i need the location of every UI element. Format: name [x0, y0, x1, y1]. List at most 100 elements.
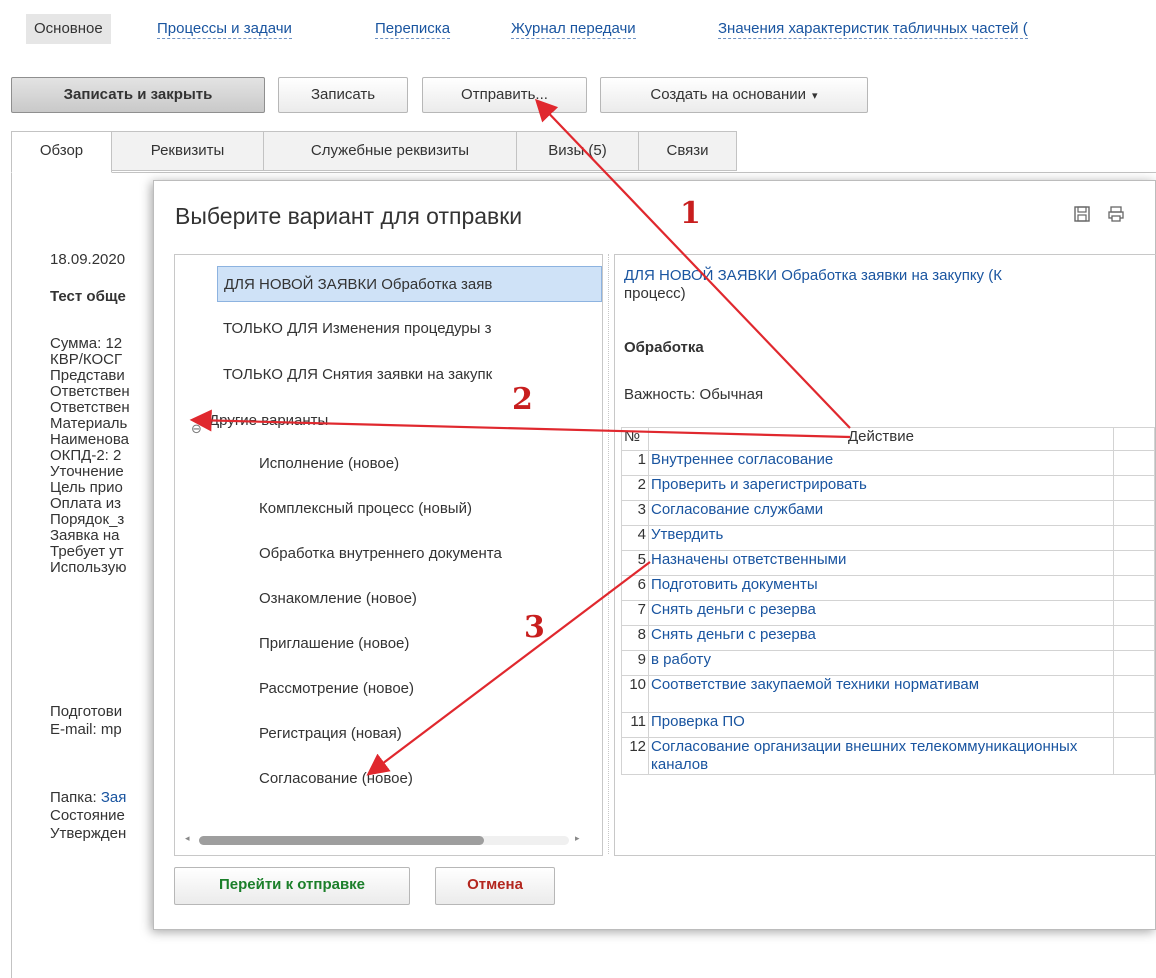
action-row[interactable]: 2 Проверить и зарегистрировать — [621, 475, 1155, 501]
tree-item-selected[interactable]: ДЛЯ НОВОЙ ЗАЯВКИ Обработка заяв — [217, 266, 602, 302]
action-link[interactable]: Проверка ПО — [648, 712, 1114, 738]
tab-links[interactable]: Связи — [638, 131, 737, 171]
action-row[interactable]: 10 Соответствие закупаемой техники нормат… — [621, 675, 1155, 713]
action-extra — [1113, 500, 1155, 526]
tree-horizontal-scrollbar[interactable]: ◂ ▸ — [181, 833, 586, 847]
action-number: 4 — [621, 525, 649, 551]
nav-main[interactable]: Основное — [26, 14, 111, 44]
doc-line: КВР/КОСГ — [50, 351, 123, 368]
action-row[interactable]: 12 Согласование организации внешних телек… — [621, 737, 1155, 775]
tree-item[interactable]: ТОЛЬКО ДЛЯ Снятия заявки на закупк — [223, 357, 492, 393]
annotation-label-1: 1 — [680, 196, 701, 231]
action-link[interactable]: Проверить и зарегистрировать — [648, 475, 1114, 501]
tab-service-details[interactable]: Служебные реквизиты — [263, 131, 517, 171]
variant-tree[interactable]: ДЛЯ НОВОЙ ЗАЯВКИ Обработка заяв ТОЛЬКО Д… — [174, 254, 603, 856]
action-number: 1 — [621, 450, 649, 476]
create-based-on-button[interactable]: Создать на основании ▾ — [600, 77, 868, 113]
action-row[interactable]: 9в работу — [621, 650, 1155, 676]
nav-transfer-log[interactable]: Журнал передачи — [511, 20, 636, 39]
doc-line: Сумма: 12 — [50, 335, 123, 352]
action-link[interactable]: Снять деньги с резерва — [648, 600, 1114, 626]
action-link[interactable]: Соответствие закупаемой техники норматив… — [648, 675, 1114, 713]
doc-line: Оплата из — [50, 495, 122, 512]
save-and-close-button[interactable]: Записать и закрыть — [11, 77, 265, 113]
doc-line: Цель прио — [50, 479, 123, 496]
details-importance: Важность: Обычная — [624, 386, 764, 403]
tree-group-other-variants[interactable]: Другие варианты — [209, 403, 328, 439]
doc-line: Требует ут — [50, 543, 124, 560]
scrollbar-thumb[interactable] — [199, 836, 484, 845]
tree-item[interactable]: Согласование (новое) — [259, 761, 413, 797]
action-number: 10 — [621, 675, 649, 713]
col-extra-header — [1113, 427, 1155, 451]
action-link[interactable]: в работу — [648, 650, 1114, 676]
doc-line: Уточнение — [50, 463, 124, 480]
dialog-title: Выберите вариант для отправки — [175, 203, 523, 229]
send-variant-dialog: Выберите вариант для отправки ДЛЯ НОВОЙ … — [153, 180, 1156, 930]
details-link[interactable]: ДЛЯ НОВОЙ ЗАЯВКИ Обработка заявки на зак… — [624, 267, 1002, 284]
tree-item[interactable]: Исполнение (новое) — [259, 446, 399, 482]
tree-item[interactable]: ТОЛЬКО ДЛЯ Изменения процедуры з — [223, 311, 491, 347]
go-to-send-button[interactable]: Перейти к отправке — [174, 867, 410, 905]
details-section: Обработка — [624, 339, 704, 356]
col-num-header: № — [621, 427, 649, 451]
tree-item[interactable]: Ознакомление (новое) — [259, 581, 417, 617]
nav-correspondence[interactable]: Переписка — [375, 20, 451, 39]
nav-processes-tasks[interactable]: Процессы и задачи — [157, 20, 292, 39]
top-navigation: Основное Процессы и задачи Переписка Жур… — [0, 0, 1156, 52]
action-link[interactable]: Назначены ответственными — [648, 550, 1114, 576]
print-icon[interactable] — [1107, 205, 1127, 225]
action-link[interactable]: Утвердить — [648, 525, 1114, 551]
annotation-label-2: 2 — [512, 382, 533, 417]
nav-table-characteristics[interactable]: Значения характеристик табличных частей … — [718, 20, 1028, 39]
action-row[interactable]: 4 Утвердить — [621, 525, 1155, 551]
save-button[interactable]: Записать — [278, 77, 408, 113]
doc-folder: Папка: Зая — [50, 789, 126, 806]
tree-item[interactable]: Регистрация (новая) — [259, 716, 402, 752]
details-link-cont: процесс) — [624, 285, 686, 302]
action-number: 3 — [621, 500, 649, 526]
annotation-label-3: 3 — [524, 610, 545, 645]
tree-item[interactable]: Рассмотрение (новое) — [259, 671, 414, 707]
doc-state: Состояние — [50, 807, 125, 824]
action-link[interactable]: Внутреннее согласование — [648, 450, 1114, 476]
action-link[interactable]: Снять деньги с резерва — [648, 625, 1114, 651]
action-extra — [1113, 525, 1155, 551]
save-icon[interactable] — [1073, 205, 1093, 225]
action-link[interactable]: Подготовить документы — [648, 575, 1114, 601]
doc-line: Представи — [50, 367, 125, 384]
action-row[interactable]: 8 Снять деньги с резерва — [621, 625, 1155, 651]
action-row[interactable]: 7 Снять деньги с резерва — [621, 600, 1155, 626]
tab-details[interactable]: Реквизиты — [111, 131, 264, 171]
action-number: 12 — [621, 737, 649, 775]
action-number: 7 — [621, 600, 649, 626]
tree-item[interactable]: Обработка внутреннего документа — [259, 536, 502, 572]
scroll-left-icon[interactable]: ◂ — [185, 833, 190, 844]
action-link[interactable]: Согласование организации внешних телеком… — [648, 737, 1114, 775]
doc-folder-link[interactable]: Зая — [101, 789, 127, 806]
doc-line: Использую — [50, 559, 127, 576]
action-extra — [1113, 475, 1155, 501]
action-row[interactable]: 11 Проверка ПО — [621, 712, 1155, 738]
action-row[interactable]: 6 Подготовить документы — [621, 575, 1155, 601]
action-row[interactable]: 5 Назначены ответственными — [621, 550, 1155, 576]
doc-email: E-mail: mp — [50, 721, 122, 738]
panel-splitter[interactable] — [608, 254, 609, 854]
action-number: 6 — [621, 575, 649, 601]
action-row[interactable]: 1 Внутреннее согласование — [621, 450, 1155, 476]
action-link[interactable]: Согласование службами — [648, 500, 1114, 526]
action-extra — [1113, 712, 1155, 738]
create-based-on-label: Создать на основании — [650, 86, 807, 103]
tab-overview[interactable]: Обзор — [11, 131, 112, 173]
collapse-icon[interactable]: ⊖ — [191, 421, 202, 437]
tree-item[interactable]: Приглашение (новое) — [259, 626, 409, 662]
tab-visas[interactable]: Визы (5) — [516, 131, 639, 171]
caret-down-icon: ▾ — [812, 90, 818, 102]
action-row[interactable]: 3 Согласование службами — [621, 500, 1155, 526]
col-action-header: Действие — [648, 427, 1114, 451]
cancel-button[interactable]: Отмена — [435, 867, 555, 905]
action-extra — [1113, 650, 1155, 676]
tree-item[interactable]: Комплексный процесс (новый) — [259, 491, 472, 527]
send-button[interactable]: Отправить... — [422, 77, 587, 113]
scroll-right-icon[interactable]: ▸ — [575, 833, 580, 844]
